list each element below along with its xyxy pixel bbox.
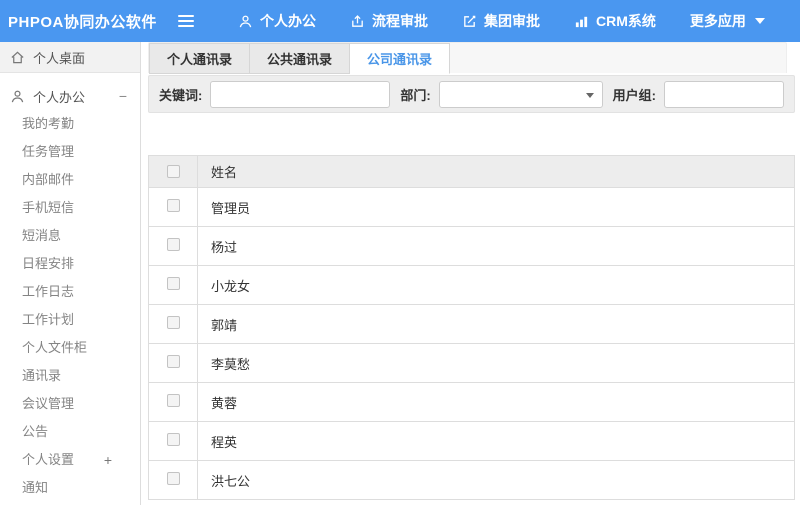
name-column-header: 姓名 [211,165,238,180]
sidebar-submenu-item[interactable]: 个人文件柜 [0,334,140,362]
sidebar-submenu-item[interactable]: 我的考勤 [0,110,140,138]
table-row[interactable]: 洪七公 [149,461,794,500]
hamburger-menu-icon[interactable] [178,15,194,27]
table-row[interactable]: 李莫愁 [149,344,794,383]
row-checkbox-cell [149,227,198,265]
row-checkbox[interactable] [166,433,180,446]
collapse-minus-icon[interactable]: − [119,88,127,104]
sidebar-submenu-item[interactable]: 短消息 [0,222,140,250]
table-header-row: 姓名 [149,156,794,188]
sidebar-submenu-item[interactable]: 手机短信 [0,194,140,222]
table-row[interactable]: 杨过 [149,227,794,266]
sidebar-submenu-item[interactable]: 会议管理 [0,390,140,418]
sidebar-group-personal-office[interactable]: 个人办公 − [0,82,140,110]
app-header: PHPOA协同办公软件 个人办公 流程审批 集团审批 CRM系统 更多应用 [0,0,800,42]
row-checkbox[interactable] [166,394,180,407]
person-icon [10,89,25,104]
sidebar-submenu-item[interactable]: 通知 [0,474,140,502]
sidebar-item-label: 个人设置 [22,452,75,467]
usergroup-input[interactable] [664,80,784,108]
contact-name: 管理员 [211,201,251,216]
table-body: 管理员 杨过 小龙女 郭靖 李莫愁 黄蓉 程英 洪七公 [149,188,794,500]
tab-personal-contacts[interactable]: 个人通讯录 [149,43,251,74]
nav-label: 集团审批 [484,13,540,29]
contact-name: 郭靖 [211,318,238,333]
row-checkbox[interactable] [166,355,180,368]
row-checkbox-cell [149,344,198,382]
row-checkbox-cell [149,461,198,499]
contact-name: 黄蓉 [211,396,238,411]
caret-down-icon [754,18,765,24]
contact-name: 洪七公 [211,474,251,489]
select-arrow-icon [585,92,594,98]
row-checkbox[interactable] [166,277,180,290]
person-icon [238,14,253,29]
sidebar-item-personal-settings[interactable]: 个人设置 + [0,446,140,474]
table-row[interactable]: 管理员 [149,188,794,227]
row-checkbox-cell [149,305,198,343]
row-checkbox[interactable] [166,199,180,212]
sidebar-submenu-item[interactable]: 内部邮件 [0,166,140,194]
main-content: 个人通讯录 公共通讯录 公司通讯录 关键词: 部门: 用户组: 姓名 管理员 杨… [141,42,800,505]
nav-label: 更多应用 [689,13,746,29]
keyword-label: 关键词: [159,87,203,103]
nav-item-group-approval[interactable]: 集团审批 [462,11,540,31]
department-label: 部门: [400,87,431,103]
tab-public-contacts[interactable]: 公共通讯录 [250,43,351,74]
sidebar: 个人桌面 个人办公 − 我的考勤 任务管理 内部邮件 手机短信 短消息 日程安排… [0,42,141,505]
sidebar-item-label: 个人桌面 [33,50,86,66]
nav-item-more-apps[interactable]: 更多应用 [690,11,765,31]
contact-name: 杨过 [211,240,238,255]
sidebar-item-personal-desktop[interactable]: 个人桌面 [0,42,140,73]
nav-item-crm-system[interactable]: CRM系统 [574,11,656,31]
filter-bar: 关键词: 部门: 用户组: [148,75,795,113]
home-icon [10,50,25,65]
sidebar-submenu-item[interactable]: 日程安排 [0,250,140,278]
table-row[interactable]: 黄蓉 [149,383,794,422]
row-checkbox-cell [149,383,198,421]
row-checkbox-cell [149,422,198,460]
header-checkbox-cell [149,156,198,187]
table-row[interactable]: 小龙女 [149,266,794,305]
nav-label: 流程审批 [372,13,428,29]
sidebar-submenu-item[interactable]: 公告 [0,418,140,446]
app-brand-title: PHPOA协同办公软件 [8,13,157,31]
usergroup-label: 用户组: [612,87,656,103]
row-checkbox-cell [149,266,198,304]
sidebar-submenu-item[interactable]: 通讯录 [0,362,140,390]
tab-bar: 个人通讯录 公共通讯录 公司通讯录 [148,42,787,74]
sidebar-submenu-item[interactable]: 工作日志 [0,278,140,306]
bar-chart-icon [574,14,589,29]
nav-item-workflow-approval[interactable]: 流程审批 [350,11,428,31]
sidebar-submenu-item[interactable]: 工作计划 [0,306,140,334]
table-row[interactable]: 郭靖 [149,305,794,344]
row-checkbox-cell [149,188,198,226]
table-row[interactable]: 程英 [149,422,794,461]
contact-name: 李莫愁 [211,357,251,372]
select-all-checkbox[interactable] [166,165,180,178]
top-navigation: 个人办公 流程审批 集团审批 CRM系统 更多应用 [178,11,765,31]
contacts-table: 姓名 管理员 杨过 小龙女 郭靖 李莫愁 黄蓉 程英 洪七公 [148,155,795,500]
sidebar-submenu-item[interactable]: 任务管理 [0,138,140,166]
sidebar-group-label: 个人办公 [33,89,86,105]
row-checkbox[interactable] [166,472,180,485]
expand-plus-icon[interactable]: + [104,446,112,474]
row-checkbox[interactable] [166,316,180,329]
contact-name: 小龙女 [211,279,251,294]
flow-icon [350,14,365,29]
row-checkbox[interactable] [166,238,180,251]
nav-item-personal-office[interactable]: 个人办公 [238,11,316,31]
edit-icon [462,14,477,29]
nav-label: CRM系统 [596,13,656,29]
sidebar-submenu-after: 通知 大事记 [0,474,140,505]
nav-label: 个人办公 [260,13,316,29]
contact-name: 程英 [211,435,238,450]
tab-company-contacts[interactable]: 公司通讯录 [350,43,451,74]
department-select[interactable] [438,80,603,108]
keyword-input[interactable] [210,80,391,108]
sidebar-submenu: 我的考勤 任务管理 内部邮件 手机短信 短消息 日程安排 工作日志 工作计划 个… [0,110,140,446]
